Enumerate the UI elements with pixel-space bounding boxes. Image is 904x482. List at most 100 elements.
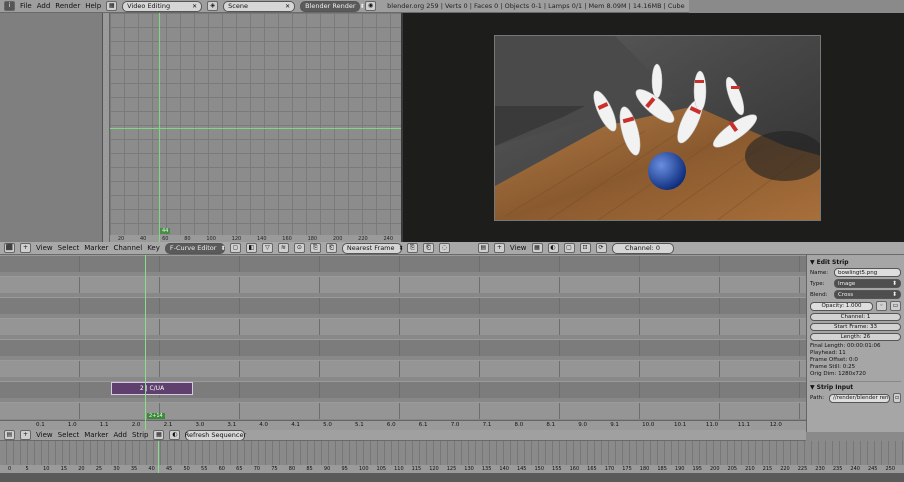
frame-still-text: Frame Still: 0:25 <box>810 364 856 370</box>
safe-margin-icon[interactable]: ▢ <box>563 243 575 253</box>
menu-marker[interactable]: Marker <box>84 244 108 252</box>
collapse-icon: ▼ <box>810 384 815 391</box>
ghost-curves-icon[interactable]: ◌ <box>438 243 450 253</box>
menu-file[interactable]: File <box>20 2 32 10</box>
channel-region[interactable] <box>0 13 103 242</box>
sequencer-preview[interactable] <box>401 13 904 242</box>
menu-select[interactable]: Select <box>58 244 80 252</box>
copy-icon[interactable]: ⎘ <box>406 243 418 253</box>
graph-mode-selector[interactable]: F-Curve Editor ⬍ <box>164 242 226 254</box>
channel-icon[interactable]: ⊡ <box>579 243 591 253</box>
preview-menu-view[interactable]: View <box>510 244 527 252</box>
view-type-icon[interactable]: ▦ <box>531 243 543 253</box>
channel-number-field[interactable]: Channel: 1 <box>810 313 901 321</box>
ruler-tick: 3.0 <box>195 422 205 428</box>
refresh-icon[interactable]: ⟳ <box>595 243 607 253</box>
timeline-playhead[interactable] <box>158 441 159 473</box>
channel-row <box>0 360 806 377</box>
timeline-tick: 205 <box>727 466 738 472</box>
timeline-tick: 200 <box>710 466 720 472</box>
refresh-sequencer-button[interactable]: Refresh Sequencer <box>185 430 246 440</box>
menu-channel[interactable]: Channel <box>113 244 142 252</box>
current-frame-line[interactable] <box>159 13 160 242</box>
pivot-icon[interactable]: ⊙ <box>293 243 305 253</box>
expand-icon[interactable]: + <box>20 243 31 253</box>
auto-normalize-icon[interactable]: ≋ <box>277 243 289 253</box>
seq-menu-marker[interactable]: Marker <box>84 431 108 439</box>
type-row: Type: Image ⬍ <box>810 279 901 288</box>
seq-menu-view[interactable]: View <box>36 431 53 439</box>
mute-icon[interactable]: ◦ <box>876 301 887 311</box>
timeline-ruler[interactable]: 0 5 10 15 20 25 30 35 40 45 50 55 60 65 70 75 80 85 90 95 10… <box>0 465 904 473</box>
path-field[interactable]: //render/blender render/ <box>829 393 890 403</box>
time-ruler[interactable]: 0.1 1.0 1.1 2.0 2.1 3.0 3.1 4.0 4.1 5.0 5.1 6.0 6.1 7… <box>0 420 806 430</box>
menu-view[interactable]: View <box>36 244 53 252</box>
screen-layout-icon[interactable]: ▦ <box>106 1 118 11</box>
timeline-tick: 110 <box>394 466 404 472</box>
only-selected-icon[interactable]: ◻ <box>229 243 241 253</box>
screen-selector[interactable]: Video Editing ✕ <box>122 0 203 12</box>
menu-add[interactable]: Add <box>37 2 51 10</box>
expand-icon[interactable]: + <box>20 430 31 440</box>
type-selector[interactable]: Image ⬍ <box>834 279 901 288</box>
playhead-line[interactable] <box>145 255 146 430</box>
display-icon[interactable]: ◐ <box>169 430 181 440</box>
scale-tick: 40 <box>140 235 147 242</box>
sequencer-header: ▤ + View Select Marker Add Strip ▦ ◐ Ref… <box>0 430 806 441</box>
display-mode-icon[interactable]: ◐ <box>547 243 559 253</box>
scene-icon[interactable]: ◈ <box>207 1 219 11</box>
info-editor-icon[interactable]: i <box>4 1 15 11</box>
timeline-tick: 115 <box>411 466 422 472</box>
length-field[interactable]: Length: 26 <box>810 333 901 341</box>
graph-editor[interactable]: 20 40 60 80 100 120 140 160 180 200 220 … <box>0 13 401 242</box>
timeline-tick: 20 <box>78 466 85 472</box>
sequence-editor[interactable]: 2 | C/UA 0.1 1.0 1.1 2.0 2.1 3.0 3.1 4.0 4.1 5.0 5… <box>0 255 806 430</box>
sequencer-editor-icon[interactable]: ▤ <box>477 243 489 253</box>
graph-grid[interactable] <box>110 13 401 235</box>
strip-properties-panel: ▼ Edit Strip Name: bowlingt5.png Type: Imag… <box>806 255 904 432</box>
timeline-editor[interactable]: 0 5 10 15 20 25 30 35 40 45 50 55 60 65 70 75 80 85 90 95 10… <box>0 441 904 473</box>
preview-image <box>494 35 821 221</box>
paste-icon[interactable]: ⎗ <box>422 243 434 253</box>
strip-name-field[interactable]: bowlingt5.png <box>834 268 901 277</box>
editor-type-icon[interactable]: ▤ <box>4 430 15 440</box>
timeline-tick: 180 <box>639 466 650 472</box>
blender-logo-icon: ◉ <box>365 1 377 11</box>
scene-selector[interactable]: Scene ✕ <box>223 0 296 12</box>
vertical-scale <box>103 13 110 242</box>
top-info-bar: i File Add Render Help ▦ Video Editing ✕ … <box>0 0 689 13</box>
timeline-tick: 135 <box>481 466 492 472</box>
timeline-tick: 140 <box>499 466 509 472</box>
seq-menu-add[interactable]: Add <box>113 431 127 439</box>
ruler-tick: 1.1 <box>99 422 109 428</box>
editor-type-icon[interactable]: ⬛ <box>4 243 15 253</box>
edit-strip-title: Edit Strip <box>816 259 849 266</box>
expand-icon-2[interactable]: + <box>493 243 505 253</box>
image-strip[interactable]: 2 | C/UA <box>111 382 193 395</box>
seq-menu-select[interactable]: Select <box>58 431 80 439</box>
menu-help[interactable]: Help <box>85 2 101 10</box>
filter-icon[interactable]: ▽ <box>261 243 273 253</box>
blend-selector[interactable]: Cross ⬍ <box>834 290 901 299</box>
opacity-field[interactable]: Opacity: 1.000 <box>810 301 873 311</box>
render-engine-selector[interactable]: Blender Render ⬍ <box>300 0 365 12</box>
timeline-tick: 75 <box>271 466 278 472</box>
channel-field[interactable]: Channel: 0 <box>611 242 674 254</box>
copy-keys-icon[interactable]: ⎘ <box>309 243 321 253</box>
folder-icon[interactable]: ▫ <box>893 393 901 403</box>
seq-menu-strip[interactable]: Strip <box>132 431 148 439</box>
hidden-toggle-icon[interactable]: ◧ <box>245 243 257 253</box>
view-type-icon[interactable]: ▦ <box>153 430 165 440</box>
ruler-tick: 7.0 <box>450 422 460 428</box>
paste-keys-icon[interactable]: ⎗ <box>325 243 337 253</box>
snap-mode-selector[interactable]: Nearest Frame ⬍ <box>341 242 404 254</box>
blender-window: i File Add Render Help ▦ Video Editing ✕ … <box>0 0 904 482</box>
start-frame-field[interactable]: Start Frame: 33 <box>810 323 901 331</box>
lock-icon[interactable]: ▭ <box>890 301 901 311</box>
menu-key[interactable]: Key <box>147 244 160 252</box>
menu-render[interactable]: Render <box>55 2 80 10</box>
timeline-tick: 120 <box>429 466 439 472</box>
edit-strip-header[interactable]: ▼ Edit Strip <box>810 259 901 266</box>
strip-input-header[interactable]: ▼ Strip Input <box>810 381 901 391</box>
chevron-down-icon: ⬍ <box>359 2 365 10</box>
